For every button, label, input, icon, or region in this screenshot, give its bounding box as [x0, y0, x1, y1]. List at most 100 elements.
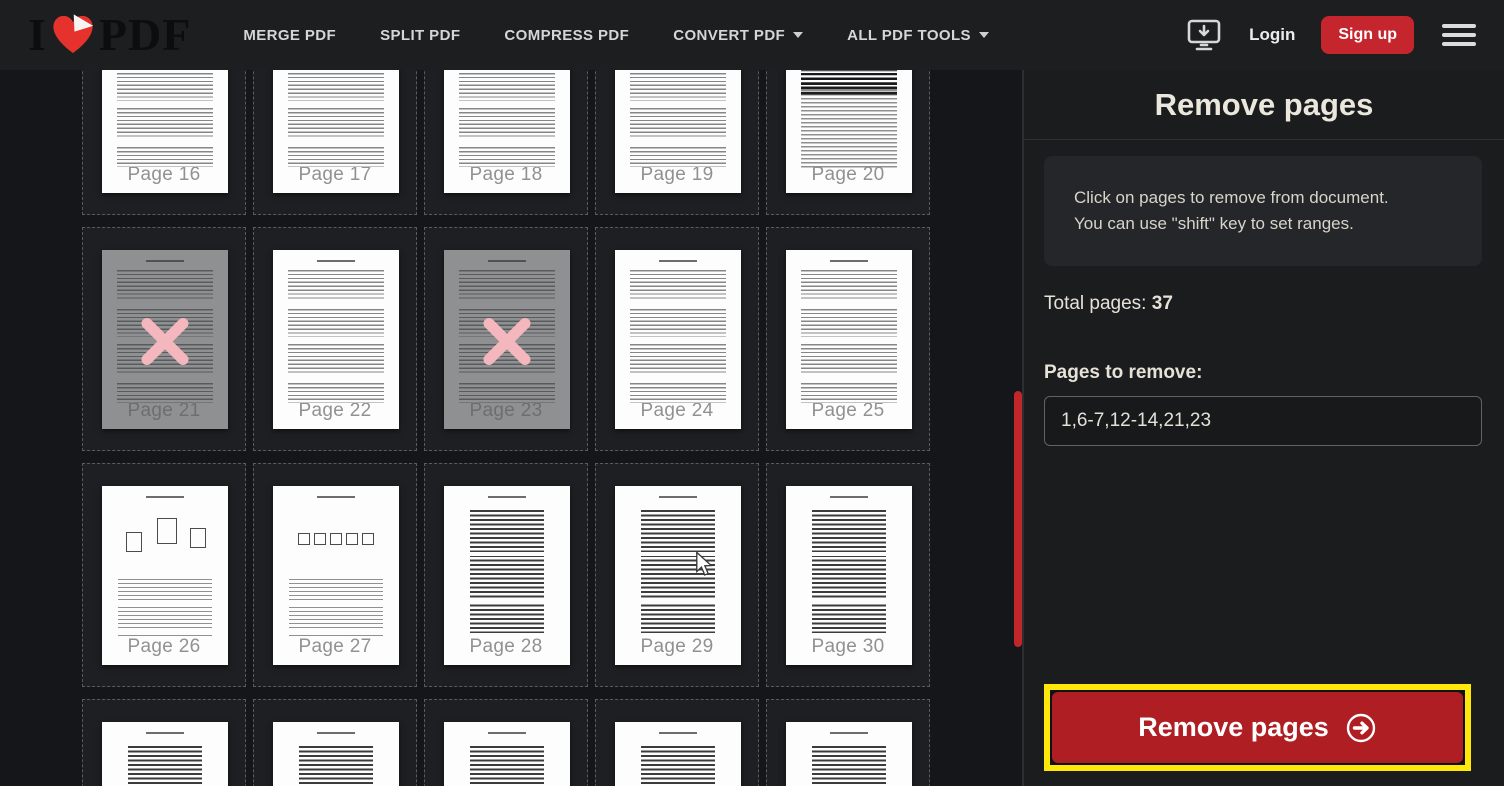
page-content-preview	[288, 70, 384, 167]
page-cell-page-31[interactable]: Page 31	[82, 699, 246, 786]
remove-x-icon	[138, 314, 192, 368]
pages-to-remove-input[interactable]	[1044, 396, 1482, 446]
page-thumbnail	[786, 722, 912, 786]
page-content-preview	[630, 70, 726, 167]
page-content-preview	[459, 70, 555, 167]
page-cell-page-35[interactable]: Page 35	[766, 699, 930, 786]
page-cell-page-23[interactable]: Page 23	[424, 227, 588, 451]
page-content-preview	[289, 579, 383, 637]
page-cell-page-28[interactable]: Page 28	[424, 463, 588, 687]
nav-links: MERGE PDF SPLIT PDF COMPRESS PDF CONVERT PD…	[243, 27, 989, 44]
total-pages-value: 37	[1152, 293, 1173, 314]
page-content-preview	[801, 270, 897, 403]
nav-link-label: COMPRESS PDF	[504, 27, 629, 44]
page-header-mark	[146, 496, 184, 498]
pages-to-remove-label: Pages to remove:	[1044, 362, 1482, 384]
page-header-mark	[830, 496, 868, 498]
page-cell-page-30[interactable]: Page 30	[766, 463, 930, 687]
nav-link-all-pdf-tools[interactable]: ALL PDF TOOLS	[847, 27, 989, 44]
page-header-mark	[488, 496, 526, 498]
ilovepdf-logo[interactable]: I PDF	[28, 12, 191, 58]
page-cell-page-18[interactable]: Page 18	[424, 70, 588, 215]
page-cell-page-26[interactable]: Page 26	[82, 463, 246, 687]
page-thumbnail	[615, 722, 741, 786]
page-header-mark	[317, 260, 355, 262]
page-header-mark	[317, 732, 355, 734]
page-thumbnail	[102, 722, 228, 786]
page-content-preview	[118, 579, 212, 637]
page-content-preview	[812, 510, 886, 633]
instruction-panel: Click on pages to remove from document. …	[1044, 156, 1482, 266]
page-cell-page-19[interactable]: Page 19	[595, 70, 759, 215]
tool-title: Remove pages	[1024, 70, 1504, 140]
page-cell-page-29[interactable]: Page 29	[595, 463, 759, 687]
nav-link-convert-pdf[interactable]: CONVERT PDF	[673, 27, 803, 44]
page-cell-page-32[interactable]: Page 32	[253, 699, 417, 786]
page-content-preview	[641, 746, 715, 786]
page-label: Page 18	[425, 164, 587, 186]
arrow-circle-icon	[1345, 712, 1377, 744]
page-header-mark	[488, 732, 526, 734]
nav-link-split-pdf[interactable]: SPLIT PDF	[380, 27, 460, 44]
page-label: Page 21	[83, 400, 245, 422]
page-content-preview	[470, 746, 544, 786]
nav-link-label: SPLIT PDF	[380, 27, 460, 44]
page-cell-page-34[interactable]: Page 34	[595, 699, 759, 786]
remove-x-icon	[480, 314, 534, 368]
signup-button[interactable]: Sign up	[1321, 16, 1414, 54]
nav-link-label: CONVERT PDF	[673, 27, 785, 44]
page-content-preview	[288, 270, 384, 403]
page-content-preview	[128, 746, 202, 786]
page-grid: Page 16Page 17 Page 18 Page 19 Page 20 Page …	[82, 70, 930, 786]
page-label: Page 30	[767, 636, 929, 658]
chevron-down-icon	[979, 32, 989, 38]
page-label: Page 28	[425, 636, 587, 658]
remove-pages-button[interactable]: Remove pages	[1052, 692, 1463, 763]
main-scrollbar-thumb[interactable]	[1014, 391, 1022, 647]
page-header-mark	[659, 496, 697, 498]
page-header-mark	[317, 496, 355, 498]
page-cell-page-20[interactable]: Page 20	[766, 70, 930, 215]
page-content-preview	[117, 70, 213, 167]
desktop-download-icon[interactable]	[1185, 18, 1223, 52]
instruction-line-1: Click on pages to remove from document.	[1074, 185, 1452, 211]
logo-text-pdf: PDF	[99, 12, 191, 58]
page-header-mark	[659, 260, 697, 262]
page-content-preview	[630, 270, 726, 403]
page-cell-page-21[interactable]: Page 21	[82, 227, 246, 451]
logo-text-i: I	[28, 12, 47, 58]
page-label: Page 19	[596, 164, 758, 186]
page-label: Page 27	[254, 636, 416, 658]
heart-icon	[50, 12, 96, 54]
pages-viewport: Page 16Page 17 Page 18 Page 19 Page 20 Page …	[0, 70, 1023, 786]
page-diagram-preview	[118, 516, 212, 562]
page-cell-page-24[interactable]: Page 24	[595, 227, 759, 451]
page-thumbnail	[273, 722, 399, 786]
hamburger-menu-icon[interactable]	[1440, 20, 1478, 50]
login-link[interactable]: Login	[1249, 25, 1295, 45]
tool-sidebar: Remove pages Click on pages to remove fr…	[1024, 70, 1504, 786]
sidebar-body: Click on pages to remove from document. …	[1024, 140, 1504, 446]
chevron-down-icon	[793, 32, 803, 38]
page-thumbnail	[444, 722, 570, 786]
page-content-preview	[299, 746, 373, 786]
page-cell-page-17[interactable]: Page 17	[253, 70, 417, 215]
page-diagram-preview	[289, 516, 383, 562]
page-cell-page-33[interactable]: Page 33	[424, 699, 588, 786]
page-header-mark	[659, 732, 697, 734]
page-header-mark	[146, 732, 184, 734]
page-content-preview	[812, 746, 886, 786]
total-pages: Total pages: 37	[1044, 293, 1482, 315]
page-label: Page 22	[254, 400, 416, 422]
page-cell-page-22[interactable]: Page 22	[253, 227, 417, 451]
remove-pages-button-label: Remove pages	[1138, 712, 1329, 743]
nav-link-compress-pdf[interactable]: COMPRESS PDF	[504, 27, 629, 44]
page-label: Page 20	[767, 164, 929, 186]
nav-link-merge-pdf[interactable]: MERGE PDF	[243, 27, 336, 44]
page-header-mark	[830, 732, 868, 734]
page-cell-page-27[interactable]: Page 27	[253, 463, 417, 687]
page-header-mark	[830, 260, 868, 262]
page-cell-page-16[interactable]: Page 16	[82, 70, 246, 215]
page-label: Page 25	[767, 400, 929, 422]
page-cell-page-25[interactable]: Page 25	[766, 227, 930, 451]
